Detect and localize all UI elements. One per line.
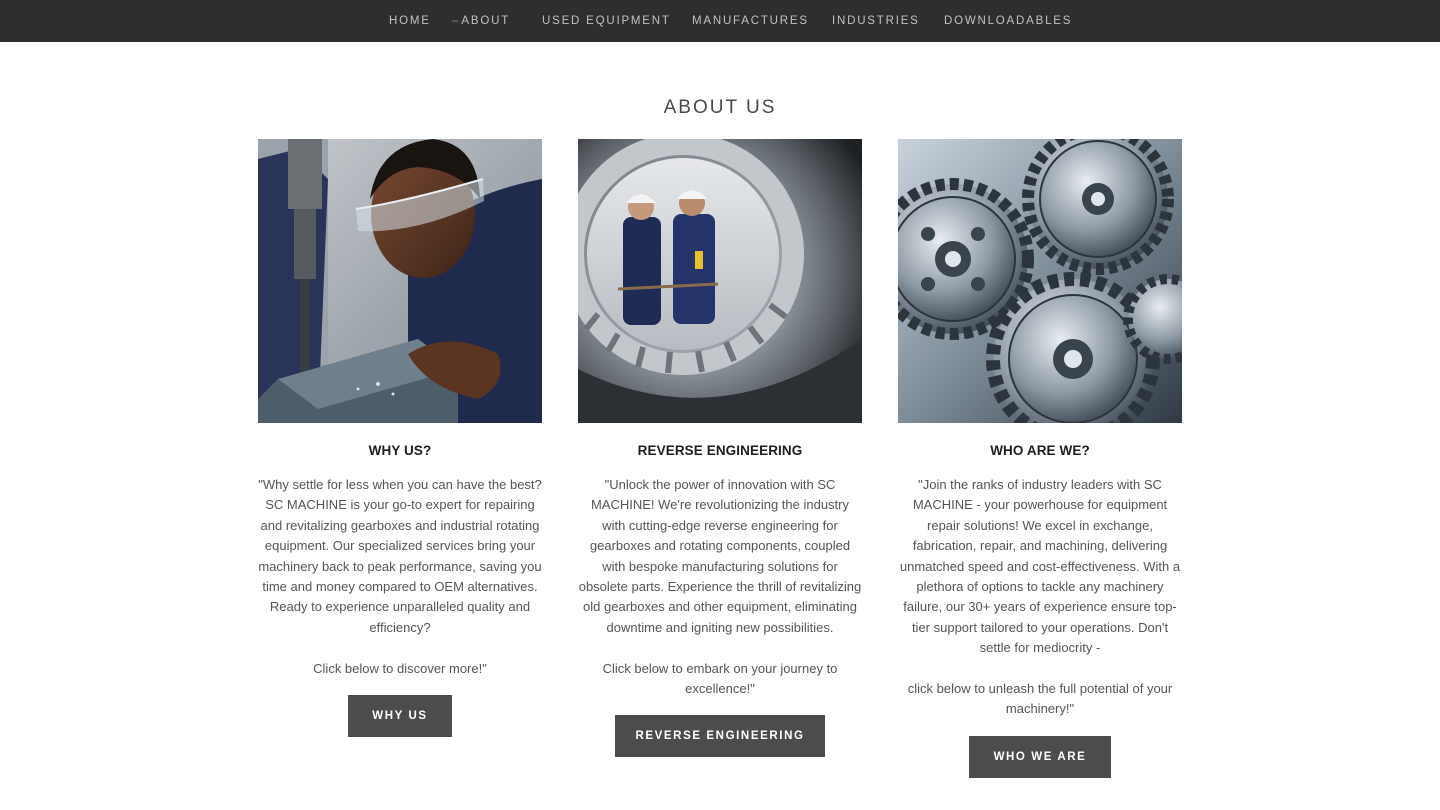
nav-home-label: HOME (389, 15, 431, 27)
nav-about[interactable]: – ABOUT (452, 0, 510, 42)
reverse-engineering-cta-text: Click below to embark on your journey to… (602, 660, 838, 697)
reverse-engineering-title: REVERSE ENGINEERING (637, 443, 803, 458)
nav-manufactures-label: MANUFACTURES (692, 15, 809, 27)
page-title: ABOUT US (663, 96, 777, 118)
why-us-cta-text: Click below to discover more!" (313, 660, 487, 676)
why-us-paragraph: "Why settle for less when you can have t… (258, 477, 542, 635)
nav-industries[interactable]: INDUSTRIES (832, 0, 920, 42)
nav-downloadables[interactable]: DOWNLOADABLES (944, 0, 1072, 42)
engineers-through-gear-photo (578, 139, 862, 423)
nav-industries-label: INDUSTRIES (832, 15, 920, 27)
top-nav-bar: HOME – ABOUT USED EQUIPMENT MANUFACTURES … (0, 0, 1440, 42)
nav-downloadables-label: DOWNLOADABLES (944, 15, 1073, 27)
why-us-title: WHY US? (368, 443, 432, 458)
nav-used-equipment[interactable]: USED EQUIPMENT (542, 0, 671, 42)
who-are-we-column: WHO ARE WE? "Join the ranks of industry … (898, 139, 1182, 778)
nav-active-marker: – (452, 15, 459, 27)
reverse-engineering-column: REVERSE ENGINEERING "Unlock the power of… (578, 139, 862, 758)
machinist-drilling-photo (258, 139, 542, 423)
reverse-engineering-description: "Unlock the power of innovation with SC … (578, 475, 862, 699)
reverse-engineering-button[interactable]: REVERSE ENGINEERING (615, 715, 825, 758)
why-us-column: WHY US? "Why settle for less when you ca… (258, 139, 542, 738)
steel-gears-photo (898, 139, 1182, 423)
who-are-we-description: "Join the ranks of industry leaders with… (898, 475, 1182, 720)
reverse-engineering-paragraph: "Unlock the power of innovation with SC … (578, 477, 862, 635)
who-are-we-title: WHO ARE WE? (990, 443, 1090, 458)
nav-manufactures[interactable]: MANUFACTURES (692, 0, 809, 42)
nav-used-equipment-label: USED EQUIPMENT (542, 15, 671, 27)
why-us-button[interactable]: WHY US (348, 695, 452, 738)
who-we-are-button[interactable]: WHO WE ARE (969, 735, 1111, 778)
who-are-we-cta-text: click below to unleash the full potentia… (907, 681, 1173, 717)
who-are-we-paragraph: "Join the ranks of industry leaders with… (899, 477, 1181, 656)
nav-home[interactable]: HOME (389, 0, 431, 42)
nav-about-label: ABOUT (461, 15, 511, 27)
why-us-description: "Why settle for less when you can have t… (258, 475, 542, 679)
